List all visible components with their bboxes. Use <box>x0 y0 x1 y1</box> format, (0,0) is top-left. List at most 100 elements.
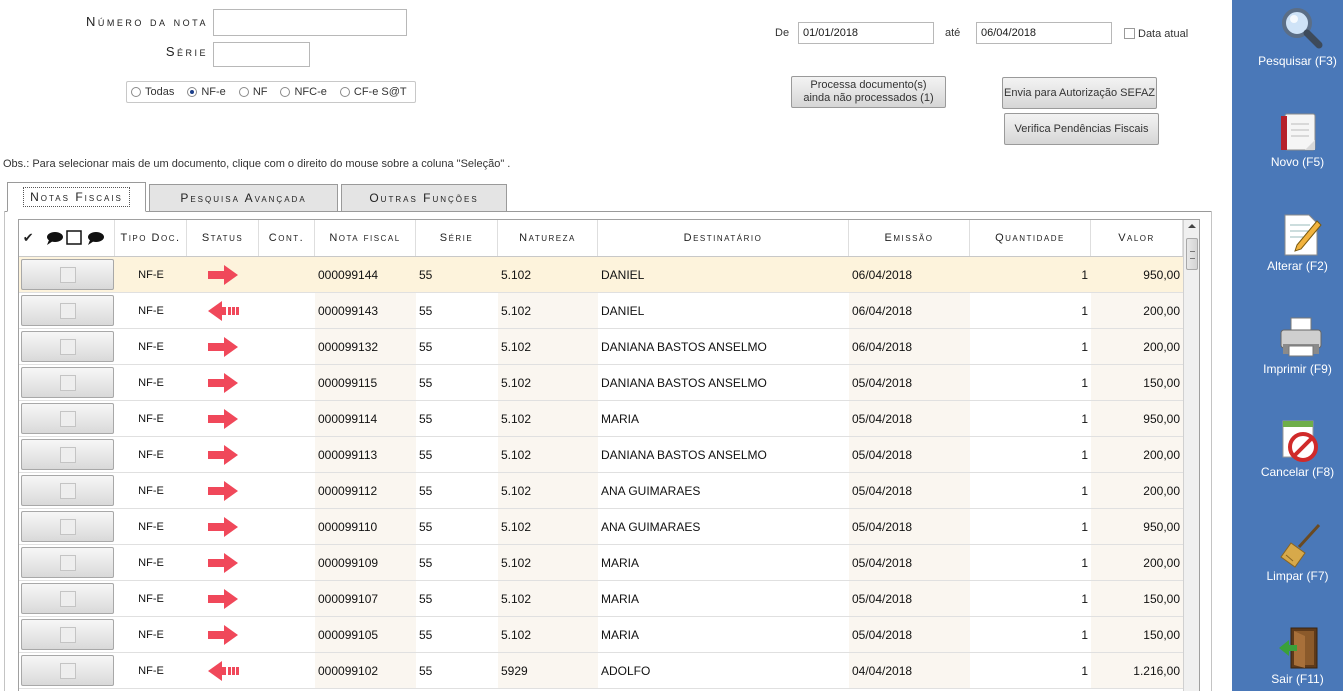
sidebar-button-printer[interactable]: Imprimir (F9) <box>1232 314 1343 378</box>
radio-option[interactable]: NFC-e <box>280 86 327 98</box>
scroll-thumb[interactable] <box>1186 238 1198 270</box>
table-row[interactable]: NF-E 000099105 55 5.102 MARIA 05/04/2018 1 150,… <box>19 617 1183 653</box>
cell-destinatario: DANIANA BASTOS ANSELMO <box>601 375 767 390</box>
row-select-button[interactable] <box>21 583 114 614</box>
table-row[interactable]: NF-E 000099113 55 5.102 DANIANA BASTOS ANSEL… <box>19 437 1183 473</box>
column-header-serie[interactable]: Série <box>416 220 498 256</box>
row-select-button[interactable] <box>21 439 114 470</box>
row-select-checkbox[interactable] <box>59 302 76 319</box>
cell-cont <box>259 473 315 508</box>
grid-scrollbar[interactable] <box>1183 220 1199 691</box>
cell-tipo: NF-E <box>138 556 164 569</box>
table-row[interactable]: NF-E 000099144 55 5.102 DANIEL 06/04/2018 1 950… <box>19 257 1183 293</box>
row-select-button[interactable] <box>21 331 114 362</box>
numero-input[interactable] <box>213 9 407 36</box>
column-header-tipo[interactable]: Tipo Doc. <box>115 220 187 256</box>
cell-destinatario: MARIA <box>601 411 640 426</box>
header-check-icon[interactable]: ✔ <box>19 220 39 256</box>
cell-serie: 55 <box>419 447 433 462</box>
row-select-checkbox[interactable] <box>59 446 76 463</box>
processa-button[interactable]: Processa documento(s) ainda não processa… <box>791 76 946 108</box>
header-icons[interactable] <box>39 220 115 256</box>
radio-dot-icon[interactable] <box>280 87 291 97</box>
row-select-checkbox[interactable] <box>59 626 76 643</box>
data-atual-checkbox[interactable] <box>1124 28 1135 39</box>
radio-option[interactable]: NF <box>238 86 267 98</box>
cell-nota: 000099105 <box>315 617 416 652</box>
row-select-button[interactable] <box>21 475 114 506</box>
table-row[interactable]: NF-E 000099109 55 5.102 MARIA 05/04/2018 1 200,… <box>19 545 1183 581</box>
radio-dot-icon[interactable] <box>187 87 198 97</box>
row-select-checkbox[interactable] <box>59 338 76 355</box>
row-select-checkbox[interactable] <box>59 374 76 391</box>
row-select-checkbox[interactable] <box>59 482 76 499</box>
radio-dot-icon[interactable] <box>238 87 249 97</box>
edit-document-icon <box>1277 211 1325 259</box>
tab-notas-fiscais[interactable]: Notas Fiscais <box>7 182 146 212</box>
cell-natureza: 5.102 <box>498 509 598 544</box>
cell-status <box>187 653 259 688</box>
sidebar-button-cancel[interactable]: Cancelar (F8) <box>1232 417 1343 481</box>
column-header-valor[interactable]: Valor <box>1091 220 1183 256</box>
row-select-checkbox[interactable] <box>59 590 76 607</box>
scroll-up-arrow[interactable] <box>1188 224 1196 228</box>
column-header-quantidade[interactable]: Quantidade <box>970 220 1091 256</box>
cell-destinatario: MARIA <box>601 591 640 606</box>
radio-option[interactable]: NF-e <box>187 86 226 98</box>
column-header-emissao[interactable]: Emissão <box>849 220 970 256</box>
sidebar-button-exit-door[interactable]: Sair (F11) <box>1232 624 1343 688</box>
table-row[interactable]: NF-E 000099132 55 5.102 DANIANA BASTOS ANSEL… <box>19 329 1183 365</box>
row-select-checkbox[interactable] <box>59 554 76 571</box>
row-select-checkbox[interactable] <box>59 410 76 427</box>
cell-nota: 000099132 <box>315 329 416 364</box>
cell-emissao: 05/04/2018 <box>849 617 970 652</box>
cell-nota: 000099110 <box>315 509 416 544</box>
radio-option[interactable]: CF-e S@T <box>339 86 407 98</box>
table-row[interactable]: NF-E 000099107 55 5.102 MARIA 05/04/2018 1 150,… <box>19 581 1183 617</box>
cell-serie: 55 <box>419 591 433 606</box>
envia-sefaz-button[interactable]: Envia para Autorização SEFAZ <box>1002 77 1157 109</box>
row-select-button[interactable] <box>21 547 114 578</box>
table-row[interactable]: NF-E 000099143 55 5.102 DANIEL 06/04/2018 1 200… <box>19 293 1183 329</box>
comment-icons <box>46 230 104 245</box>
table-row[interactable]: NF-E 000099115 55 5.102 DANIANA BASTOS ANSEL… <box>19 365 1183 401</box>
status-arrow-right-icon <box>208 624 238 645</box>
column-header-destinatario[interactable]: Destinatário <box>598 220 849 256</box>
cell-nota: 000099143 <box>315 293 416 328</box>
radio-dot-icon[interactable] <box>131 87 141 97</box>
tab-pesquisa-avancada[interactable]: Pesquisa Avançada <box>149 184 338 212</box>
radio-option[interactable]: Todas <box>131 86 174 98</box>
date-from-input[interactable]: 01/01/2018 <box>798 22 934 44</box>
row-select-checkbox[interactable] <box>59 662 76 679</box>
cell-destinatario: DANIANA BASTOS ANSELMO <box>601 339 767 354</box>
tab-outras-funcoes[interactable]: Outras Funções <box>341 184 507 212</box>
row-select-button[interactable] <box>21 403 114 434</box>
table-row[interactable]: NF-E 000099112 55 5.102 ANA GUIMARAES 05/04/2… <box>19 473 1183 509</box>
sidebar-button-new-document[interactable]: Novo (F5) <box>1232 108 1343 171</box>
row-select-button[interactable] <box>21 619 114 650</box>
sidebar-button-edit-document[interactable]: Alterar (F2) <box>1232 211 1343 275</box>
row-select-button[interactable] <box>21 259 114 290</box>
cell-nota: 000099112 <box>315 473 416 508</box>
column-header-natureza[interactable]: Natureza <box>498 220 598 256</box>
row-select-button[interactable] <box>21 367 114 398</box>
row-select-button[interactable] <box>21 655 114 686</box>
column-header-cont[interactable]: Cont. <box>259 220 315 256</box>
date-to-input[interactable]: 06/04/2018 <box>976 22 1112 44</box>
serie-input[interactable] <box>213 42 310 67</box>
verifica-pendencias-button[interactable]: Verifica Pendências Fiscais <box>1004 113 1159 145</box>
table-row[interactable]: NF-E 000099114 55 5.102 MARIA 05/04/2018 1 950,… <box>19 401 1183 437</box>
row-select-button[interactable] <box>21 295 114 326</box>
cell-valor: 200,00 <box>1091 473 1183 508</box>
column-header-nota[interactable]: Nota fiscal <box>315 220 416 256</box>
row-select-button[interactable] <box>21 511 114 542</box>
row-select-checkbox[interactable] <box>59 266 76 283</box>
column-header-status[interactable]: Status <box>187 220 259 256</box>
row-select-checkbox[interactable] <box>59 518 76 535</box>
table-row[interactable]: NF-E 000099102 55 5929 ADOLFO 04/04/2018 1 1.21… <box>19 653 1183 689</box>
sidebar-button-magnifier[interactable]: Pesquisar (F3) <box>1232 4 1343 70</box>
sidebar-button-broom[interactable]: Limpar (F7) <box>1232 521 1343 585</box>
table-row[interactable]: NF-E 000099110 55 5.102 ANA GUIMARAES 05/04/2… <box>19 509 1183 545</box>
data-atual-label: Data atual <box>1138 28 1189 40</box>
radio-dot-icon[interactable] <box>339 87 350 97</box>
